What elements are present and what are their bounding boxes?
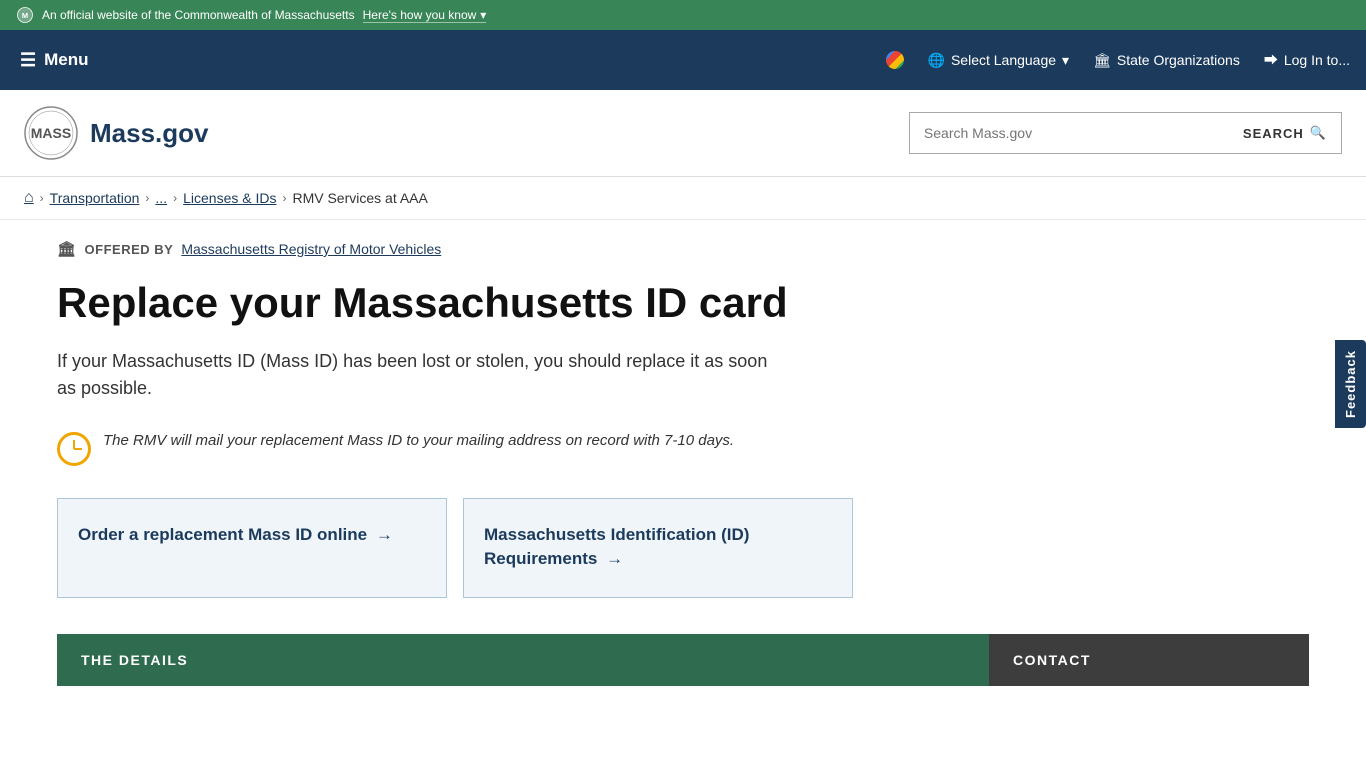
card-requirements-text: Massachusetts Identification (ID) Requir… <box>484 525 749 568</box>
official-text: An official website of the Commonwealth … <box>42 8 355 22</box>
globe-icon: 🌐 <box>928 52 945 69</box>
hamburger-icon: ☰ <box>20 50 36 71</box>
massachusetts-seal-icon: M <box>16 6 34 24</box>
search-button[interactable]: SEARCH 🔍 <box>1229 112 1342 154</box>
building-nav-icon: 🏛 <box>1093 52 1111 69</box>
breadcrumb-bar: ⌂ › Transportation › ... › Licenses & ID… <box>0 177 1366 220</box>
heres-how-link[interactable]: Here's how you know ▾ <box>363 8 487 23</box>
card-requirements-link[interactable]: Massachusetts Identification (ID) Requir… <box>463 498 853 598</box>
gov-bar: M An official website of the Commonwealt… <box>0 0 1366 30</box>
card-requirements-arrow: → <box>606 549 623 568</box>
breadcrumb-sep-1: › <box>40 191 44 205</box>
search-icon: 🔍 <box>1310 125 1327 141</box>
cards-row: Order a replacement Mass ID online → Mas… <box>57 498 1309 598</box>
nav-right: 🌐 Select Language ▾ 🏛 State Organization… <box>886 50 1350 70</box>
google-translate-icon <box>886 51 904 69</box>
logo-link[interactable]: MASS Mass.gov <box>24 106 209 160</box>
intro-text: If your Massachusetts ID (Mass ID) has b… <box>57 348 777 402</box>
breadcrumb-sep-2: › <box>145 191 149 205</box>
breadcrumb-sep-3: › <box>173 191 177 205</box>
card-order-arrow: → <box>376 525 393 544</box>
breadcrumb: ⌂ › Transportation › ... › Licenses & ID… <box>24 189 1342 207</box>
breadcrumb-ellipsis-link[interactable]: ... <box>155 190 167 206</box>
card-order-text: Order a replacement Mass ID online → <box>78 525 393 544</box>
select-language-link[interactable]: 🌐 Select Language ▾ <box>928 52 1070 69</box>
chevron-down-icon: ▾ <box>1062 52 1069 69</box>
login-icon: ⮕ <box>1264 50 1278 70</box>
breadcrumb-current: RMV Services at AAA <box>292 190 427 206</box>
svg-text:M: M <box>22 11 28 20</box>
chevron-down-icon: ▾ <box>480 8 486 22</box>
home-icon: ⌂ <box>24 189 34 206</box>
offered-by-org-link[interactable]: Massachusetts Registry of Motor Vehicles <box>181 241 441 257</box>
menu-button[interactable]: ☰ Menu <box>16 42 93 79</box>
login-link[interactable]: ⮕ Log In to... <box>1264 50 1350 70</box>
search-area: SEARCH 🔍 <box>909 112 1342 154</box>
page-title: Replace your Massachusetts ID card <box>57 278 1309 328</box>
state-organizations-link[interactable]: 🏛 State Organizations <box>1093 52 1240 69</box>
contact-section: CONTACT <box>989 634 1309 686</box>
main-content: 🏛 OFFERED BY Massachusetts Registry of M… <box>33 220 1333 726</box>
search-input[interactable] <box>909 112 1229 154</box>
logo-text: Mass.gov <box>90 118 209 149</box>
offered-by-icon: 🏛 <box>57 240 77 258</box>
mass-seal-logo: MASS <box>24 106 78 160</box>
nav-bar: ☰ Menu 🌐 Select Language ▾ 🏛 State Organ… <box>0 30 1366 90</box>
notice-text: The RMV will mail your replacement Mass … <box>103 430 734 453</box>
feedback-tab-wrapper: Feedback <box>1335 340 1366 428</box>
breadcrumb-licenses-link[interactable]: Licenses & IDs <box>183 190 276 206</box>
card-order-link[interactable]: Order a replacement Mass ID online → <box>57 498 447 598</box>
bottom-sections: THE DETAILS CONTACT <box>57 634 1309 686</box>
clock-icon <box>57 432 91 466</box>
site-header: MASS Mass.gov SEARCH 🔍 <box>0 90 1366 177</box>
notice-box: The RMV will mail your replacement Mass … <box>57 430 1309 466</box>
breadcrumb-sep-4: › <box>282 191 286 205</box>
svg-text:MASS: MASS <box>31 125 71 141</box>
offered-by: 🏛 OFFERED BY Massachusetts Registry of M… <box>57 240 1309 258</box>
breadcrumb-transportation-link[interactable]: Transportation <box>50 190 140 206</box>
feedback-tab[interactable]: Feedback <box>1335 340 1366 428</box>
details-section: THE DETAILS <box>57 634 989 686</box>
breadcrumb-home-link[interactable]: ⌂ <box>24 189 34 207</box>
